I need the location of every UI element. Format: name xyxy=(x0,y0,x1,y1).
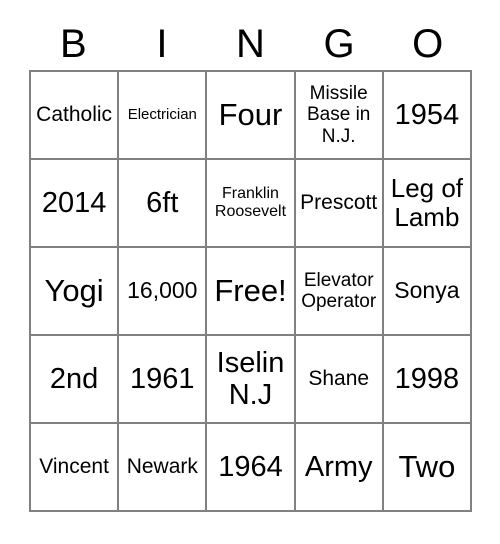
bingo-cell-text: Four xyxy=(218,96,283,132)
bingo-cell-text: 16,000 xyxy=(127,277,198,304)
bingo-cell-text: Iselin N.J xyxy=(216,346,285,411)
bingo-cell-r4c5[interactable]: 1998 xyxy=(383,336,472,424)
bingo-cell-r1c3[interactable]: Four xyxy=(207,72,296,160)
bingo-cell-text: Two xyxy=(398,448,456,484)
bingo-grid: Catholic Electrician Four Missile Base i… xyxy=(29,70,472,512)
bingo-cell-r4c2[interactable]: 1961 xyxy=(119,336,208,424)
bingo-cell-text: Sonya xyxy=(394,277,460,304)
bingo-cell-r1c4[interactable]: Missile Base in N.J. xyxy=(295,72,384,160)
bingo-cell-text: Elevator Operator xyxy=(301,269,377,312)
bingo-cell-r3c2[interactable]: 16,000 xyxy=(119,248,208,336)
bingo-cell-text: Newark xyxy=(126,455,198,479)
bingo-cell-text: 1964 xyxy=(218,450,283,483)
bingo-cell-r4c3[interactable]: Iselin N.J xyxy=(207,336,296,424)
bingo-cell-r5c1[interactable]: Vincent xyxy=(31,424,120,512)
bingo-cell-text: Shane xyxy=(308,367,370,391)
bingo-cell-text: 1961 xyxy=(130,362,195,395)
bingo-cell-text: Electrician xyxy=(127,105,197,123)
bingo-cell-r2c5[interactable]: Leg of Lamb xyxy=(383,160,472,248)
bingo-header-letter-n: N xyxy=(236,22,265,66)
bingo-cell-text: 1998 xyxy=(394,362,460,395)
bingo-cell-r4c1[interactable]: 2nd xyxy=(31,336,120,424)
bingo-cell-r5c4[interactable]: Army xyxy=(295,424,384,512)
bingo-cell-text: Prescott xyxy=(300,191,378,215)
bingo-cell-r2c1[interactable]: 2014 xyxy=(31,160,120,248)
bingo-cell-text: 1954 xyxy=(394,98,460,131)
bingo-cell-r2c2[interactable]: 6ft xyxy=(119,160,208,248)
bingo-cell-text: Vincent xyxy=(39,455,109,479)
bingo-header-row: B I N G O xyxy=(29,18,472,70)
bingo-header-letter-i: I xyxy=(156,22,168,66)
bingo-cell-text: Missile Base in N.J. xyxy=(307,83,371,147)
bingo-cell-r5c5[interactable]: Two xyxy=(383,424,472,512)
bingo-cell-text: 2nd xyxy=(49,362,99,395)
bingo-cell-text: Army xyxy=(304,450,373,483)
bingo-cell-r5c3[interactable]: 1964 xyxy=(207,424,296,512)
bingo-cell-text: 6ft xyxy=(146,186,179,219)
bingo-cell-r1c1[interactable]: Catholic xyxy=(31,72,120,160)
bingo-cell-r3c5[interactable]: Sonya xyxy=(383,248,472,336)
bingo-cell-text: Free! xyxy=(214,272,287,308)
bingo-cell-r3c1[interactable]: Yogi xyxy=(31,248,120,336)
bingo-cell-r3c4[interactable]: Elevator Operator xyxy=(295,248,384,336)
bingo-cell-r4c4[interactable]: Shane xyxy=(295,336,384,424)
bingo-cell-free-space[interactable]: Free! xyxy=(207,248,296,336)
bingo-cell-r5c2[interactable]: Newark xyxy=(119,424,208,512)
bingo-cell-r1c2[interactable]: Electrician xyxy=(119,72,208,160)
bingo-header-letter-o: O xyxy=(412,22,444,66)
bingo-card: B I N G O Catholic Electrician Four Miss… xyxy=(0,0,500,544)
bingo-header-letter-b: B xyxy=(59,22,87,66)
bingo-cell-text: Yogi xyxy=(44,272,104,308)
bingo-cell-r1c5[interactable]: 1954 xyxy=(383,72,472,160)
bingo-cell-r2c4[interactable]: Prescott xyxy=(295,160,384,248)
bingo-cell-text: 2014 xyxy=(41,186,107,219)
bingo-cell-text: Catholic xyxy=(36,103,113,127)
bingo-cell-r2c3[interactable]: Franklin Roosevelt xyxy=(207,160,296,248)
bingo-cell-text: Franklin Roosevelt xyxy=(214,185,287,220)
bingo-header-letter-g: G xyxy=(323,22,355,66)
bingo-cell-text: Leg of Lamb xyxy=(390,172,464,232)
